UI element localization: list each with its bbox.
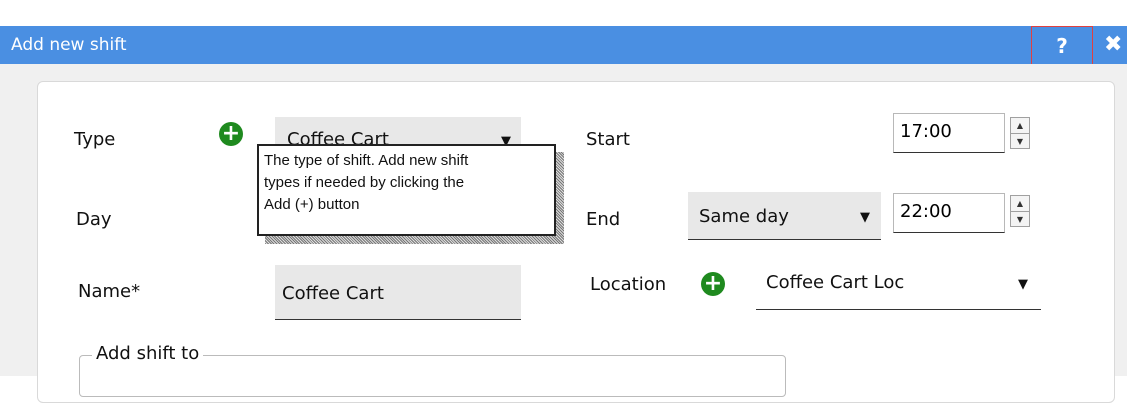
end-time-input[interactable]: 22:00 bbox=[893, 193, 1005, 233]
top-strip bbox=[0, 0, 1127, 26]
type-label: Type bbox=[74, 129, 116, 150]
dialog-title: Add new shift bbox=[11, 35, 127, 55]
add-shift-to-label: Add shift to bbox=[92, 343, 204, 364]
add-location-icon[interactable]: + bbox=[701, 272, 725, 296]
chevron-down-icon: ▼ bbox=[860, 210, 870, 225]
start-time-spinner[interactable]: ▲ ▼ bbox=[1010, 117, 1030, 149]
spin-up-icon[interactable]: ▲ bbox=[1011, 196, 1029, 211]
end-time-spinner[interactable]: ▲ ▼ bbox=[1010, 195, 1030, 227]
location-select[interactable]: Coffee Cart Loc ▼ bbox=[756, 256, 1041, 310]
add-type-icon[interactable]: + bbox=[219, 122, 243, 146]
start-time-input[interactable]: 17:00 bbox=[893, 113, 1005, 153]
add-shift-to-group: Add shift to bbox=[79, 343, 786, 397]
name-field[interactable]: Coffee Cart bbox=[275, 265, 521, 320]
spin-up-icon[interactable]: ▲ bbox=[1011, 118, 1029, 133]
start-label: Start bbox=[586, 129, 630, 150]
dialog-title-bar: Add new shift ? ✖ bbox=[0, 26, 1127, 78]
tooltip-line-3: Add (+) button bbox=[264, 196, 360, 213]
tooltip-line-1: The type of shift. Add new shift bbox=[264, 152, 469, 169]
close-icon[interactable]: ✖ bbox=[1104, 26, 1127, 64]
location-label: Location bbox=[590, 274, 667, 295]
day-label: Day bbox=[76, 209, 112, 230]
spin-down-icon[interactable]: ▼ bbox=[1011, 211, 1029, 227]
spin-down-icon[interactable]: ▼ bbox=[1011, 133, 1029, 149]
name-label: Name* bbox=[78, 281, 141, 302]
location-select-value: Coffee Cart Loc bbox=[766, 272, 905, 293]
end-day-value: Same day bbox=[699, 206, 789, 227]
end-time-value: 22:00 bbox=[900, 201, 952, 222]
end-label: End bbox=[586, 209, 621, 230]
end-day-select[interactable]: Same day ▼ bbox=[688, 192, 881, 240]
type-tooltip: The type of shift. Add new shift types i… bbox=[257, 144, 556, 236]
chevron-down-icon: ▼ bbox=[1018, 277, 1028, 292]
name-field-value: Coffee Cart bbox=[282, 283, 384, 304]
start-time-value: 17:00 bbox=[900, 121, 952, 142]
tooltip-line-2: types if needed by clicking the bbox=[264, 174, 465, 191]
